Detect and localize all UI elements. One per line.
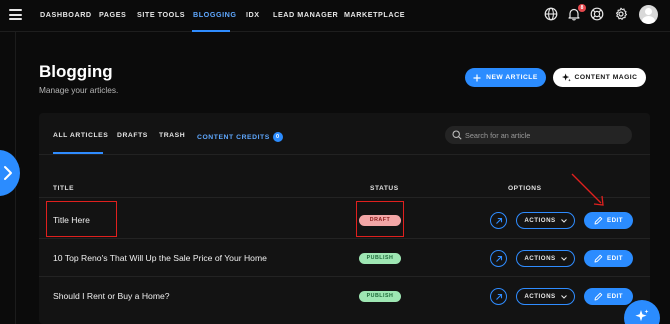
nav-idx[interactable]: IDX [246, 10, 260, 19]
chevron-right-icon [4, 166, 12, 180]
nav-dashboard[interactable]: DASHBOARD [40, 10, 92, 19]
nav-pages[interactable]: PAGES [99, 10, 126, 19]
arrow-up-right-icon [496, 255, 503, 262]
open-article-button[interactable] [490, 250, 507, 267]
highlight-box-status [356, 201, 404, 237]
active-nav-indicator [192, 30, 230, 32]
nav-blogging[interactable]: BLOGGING [193, 10, 237, 19]
article-title[interactable]: Should I Rent or Buy a Home? [53, 291, 170, 301]
actions-dropdown[interactable]: ACTIONS [516, 212, 575, 229]
pencil-icon [594, 292, 603, 301]
edit-label: EDIT [606, 293, 624, 300]
new-article-label: NEW ARTICLE [486, 74, 538, 81]
expand-sidebar-button[interactable] [0, 150, 20, 196]
gear-icon[interactable] [614, 7, 628, 21]
edit-button[interactable]: EDIT [584, 212, 633, 229]
globe-icon[interactable] [544, 7, 558, 21]
tab-drafts[interactable]: DRAFTS [117, 132, 148, 139]
search-box[interactable] [445, 126, 632, 144]
arrow-up-right-icon [496, 293, 503, 300]
actions-dropdown[interactable]: ACTIONS [516, 288, 575, 305]
chevron-down-icon [560, 294, 567, 299]
status-badge: PUBLISH [359, 253, 401, 264]
plus-icon [473, 74, 481, 81]
search-icon [452, 130, 462, 140]
chevron-down-icon [560, 256, 567, 261]
article-title[interactable]: 10 Top Reno's That Will Up the Sale Pric… [53, 253, 267, 263]
edit-button[interactable]: EDIT [584, 288, 633, 305]
sparkle-icon [635, 309, 649, 322]
pencil-icon [594, 216, 603, 225]
menu-icon[interactable] [9, 9, 22, 20]
row-divider [39, 276, 650, 277]
content-magic-button[interactable]: CONTENT MAGIC [553, 68, 646, 87]
actions-label: ACTIONS [524, 293, 556, 300]
search-input[interactable] [465, 128, 625, 142]
actions-dropdown[interactable]: ACTIONS [516, 250, 575, 267]
actions-label: ACTIONS [524, 217, 556, 224]
top-navigation: DASHBOARD PAGES SITE TOOLS BLOGGING IDX … [0, 0, 670, 32]
content-magic-label: CONTENT MAGIC [574, 74, 638, 81]
help-icon[interactable] [590, 7, 604, 21]
tab-all-articles[interactable]: ALL ARTICLES [53, 132, 108, 139]
nav-marketplace[interactable]: MARKETPLACE [344, 10, 405, 19]
sparkle-icon [561, 73, 571, 82]
tabs-divider [39, 154, 650, 155]
avatar[interactable] [639, 5, 658, 24]
status-badge: PUBLISH [359, 291, 401, 302]
page-subtitle: Manage your articles. [39, 85, 119, 95]
page-title: Blogging [39, 62, 113, 81]
new-article-button[interactable]: NEW ARTICLE [465, 68, 546, 87]
edit-button[interactable]: EDIT [584, 250, 633, 267]
open-article-button[interactable] [490, 212, 507, 229]
column-header-options: OPTIONS [508, 185, 542, 192]
edit-label: EDIT [606, 217, 624, 224]
edit-label: EDIT [606, 255, 624, 262]
credits-count-badge: 0 [272, 132, 283, 142]
tab-content-credits[interactable]: CONTENT CREDITS 0 [197, 132, 283, 142]
nav-lead-manager[interactable]: LEAD MANAGER [273, 10, 338, 19]
arrow-up-right-icon [496, 217, 503, 224]
row-divider [39, 197, 650, 198]
chevron-down-icon [560, 218, 567, 223]
column-header-status: STATUS [370, 185, 399, 192]
open-article-button[interactable] [490, 288, 507, 305]
actions-label: ACTIONS [524, 255, 556, 262]
column-header-title: TITLE [53, 185, 75, 192]
nav-site-tools[interactable]: SITE TOOLS [137, 10, 185, 19]
content-credits-label: CONTENT CREDITS [197, 133, 270, 141]
tab-trash[interactable]: TRASH [159, 132, 185, 139]
row-divider [39, 238, 650, 239]
notification-count-badge: 8 [578, 4, 586, 12]
highlight-box-title [46, 201, 117, 237]
pencil-icon [594, 254, 603, 263]
annotation-arrow-icon [571, 173, 604, 206]
articles-panel: ALL ARTICLES DRAFTS TRASH CONTENT CREDIT… [39, 113, 650, 324]
ai-assistant-button[interactable] [624, 300, 660, 324]
